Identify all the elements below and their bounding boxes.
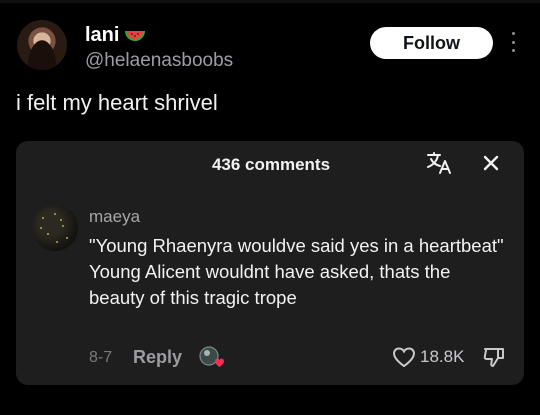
comment-body-line: Young Alicent wouldnt have asked, thats … xyxy=(89,261,451,308)
comments-count: 436 comments xyxy=(211,155,331,174)
comment-text: "Young Rhaenyra wouldve said yes in a he… xyxy=(89,233,509,311)
more-options-icon[interactable] xyxy=(510,32,516,52)
comment-quote-line: "Young Rhaenyra wouldve said yes in a he… xyxy=(89,235,504,256)
author-avatar[interactable] xyxy=(17,20,67,70)
author-name-row: lani xyxy=(85,24,146,47)
close-icon[interactable] xyxy=(480,152,502,174)
like-count: 18.8K xyxy=(420,347,465,366)
reply-button[interactable]: Reply xyxy=(133,347,182,368)
post: lani @helaenasboobs Follow i felt my hea… xyxy=(0,0,540,415)
creator-liked-icon xyxy=(198,345,226,371)
top-divider xyxy=(0,0,540,3)
commenter-username[interactable]: maeya xyxy=(89,207,140,227)
author-name[interactable]: lani xyxy=(85,24,119,47)
author-handle[interactable]: @helaenasboobs xyxy=(85,50,233,72)
comment-date: 8-7 xyxy=(89,349,113,366)
thumbs-down-icon[interactable] xyxy=(482,346,506,368)
post-text: i felt my heart shrivel xyxy=(16,90,218,115)
translate-icon[interactable] xyxy=(425,150,455,176)
follow-button[interactable]: Follow xyxy=(370,27,493,59)
watermelon-icon xyxy=(124,29,146,43)
commenter-avatar[interactable] xyxy=(32,205,78,251)
heart-outline-icon[interactable] xyxy=(392,346,416,368)
